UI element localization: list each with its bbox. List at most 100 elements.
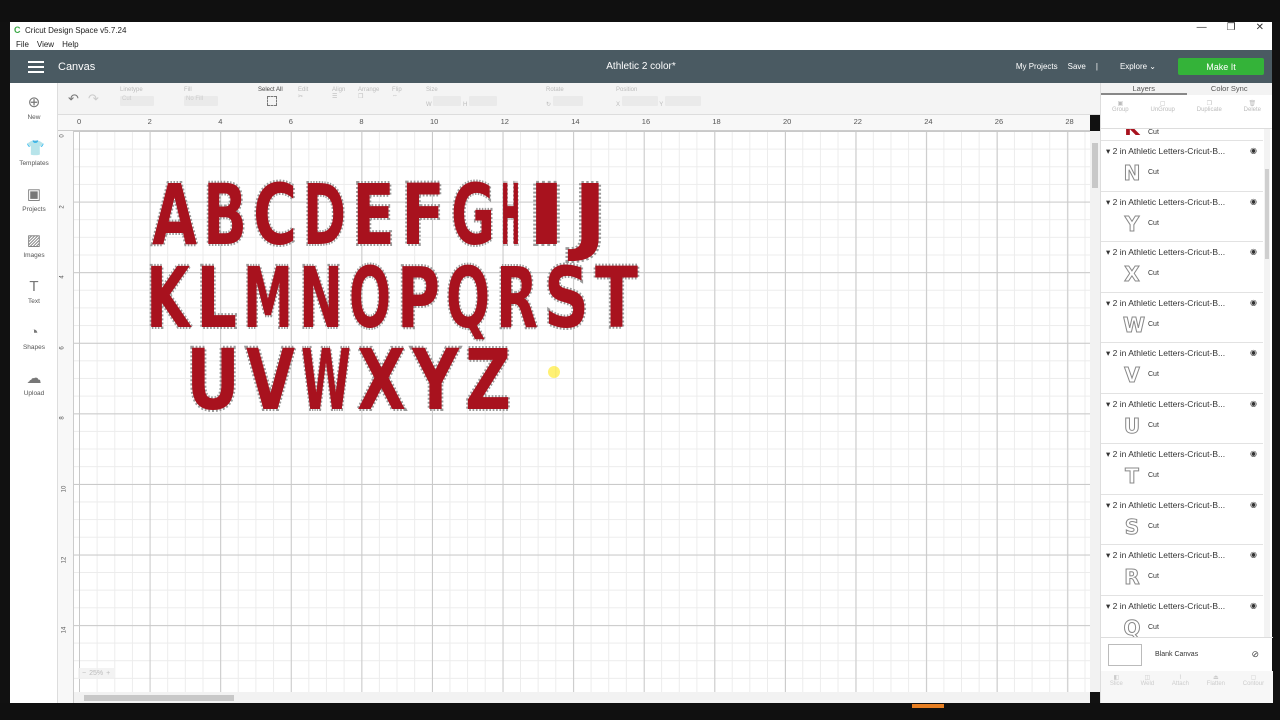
sidebar-item-upload[interactable]: ☁ Upload (10, 371, 58, 398)
redo-icon[interactable]: ↷ (88, 91, 99, 107)
tab-layers[interactable]: Layers (1101, 83, 1187, 95)
hamburger-menu-icon[interactable] (28, 60, 44, 73)
align-icon[interactable]: ☰ (332, 94, 337, 100)
eye-hidden-icon[interactable]: ⊘ (1251, 649, 1259, 660)
layers-list: K Cut ▾ 2 in Athletic Letters-Cricut-B..… (1101, 129, 1263, 637)
canvas-letter[interactable]: T (593, 247, 640, 349)
eye-icon[interactable]: ◉ (1250, 197, 1257, 206)
eye-icon[interactable]: ◉ (1250, 449, 1257, 458)
canvas-letter[interactable]: X (355, 329, 408, 431)
maximize-button[interactable]: ❐ (1227, 22, 1236, 33)
layer-item[interactable]: ▾ 2 in Athletic Letters-Cricut-B... ◉ Q Cut (1101, 596, 1263, 638)
eye-icon[interactable]: ◉ (1250, 550, 1257, 559)
layer-item[interactable]: ▾ 2 in Athletic Letters-Cricut-B... ◉ W Cut (1101, 293, 1263, 343)
layer-item[interactable]: ▾ 2 in Athletic Letters-Cricut-B... ◉ X Cut (1101, 242, 1263, 293)
expand-caret-icon[interactable]: ▾ (1106, 298, 1110, 308)
zoom-in-button[interactable]: + (106, 670, 110, 677)
eye-icon[interactable]: ◉ (1250, 298, 1257, 307)
sidebar-item-shapes[interactable]: ◔ Shapes (10, 325, 58, 352)
menu-view[interactable]: View (37, 40, 54, 49)
contour-button[interactable]: ▢ Contour (1243, 674, 1264, 703)
layers-scrollbar[interactable] (1264, 129, 1270, 637)
blank-canvas-swatch[interactable] (1108, 643, 1142, 666)
contour-label: Contour (1242, 681, 1265, 687)
design-canvas[interactable]: ABCDEFGHIJKLMNOPQRSTUVWXYZ (74, 131, 1090, 692)
explore-dropdown[interactable]: Explore ⌄ (1120, 62, 1156, 71)
layer-item[interactable]: ▾ 2 in Athletic Letters-Cricut-B... ◉ N Cut (1101, 141, 1263, 192)
scroll-thumb[interactable] (1092, 143, 1098, 188)
linetype-select[interactable]: Cut (120, 96, 154, 106)
save-button[interactable]: Save (1068, 62, 1086, 71)
expand-caret-icon[interactable]: ▾ (1106, 601, 1110, 611)
height-input[interactable] (469, 96, 498, 106)
my-projects-link[interactable]: My Projects (1016, 62, 1058, 71)
eye-icon[interactable]: ◉ (1250, 348, 1257, 357)
flip-icon[interactable]: ⇔ (392, 93, 398, 99)
eye-icon[interactable]: ◉ (1250, 247, 1257, 256)
layer-item[interactable]: ▾ 2 in Athletic Letters-Cricut-B... ◉ S Cut (1101, 495, 1263, 545)
canvas-letter[interactable]: W (299, 329, 353, 431)
expand-caret-icon[interactable]: ▾ (1106, 550, 1110, 560)
blank-canvas-row[interactable]: Blank Canvas ⊘ (1101, 637, 1273, 671)
scroll-thumb[interactable] (1265, 169, 1269, 259)
expand-caret-icon[interactable]: ▾ (1106, 500, 1110, 510)
duplicate-button[interactable]: ❐ Duplicate (1197, 100, 1222, 128)
eye-icon[interactable]: ◉ (1250, 146, 1257, 155)
canvas-letter[interactable]: U (184, 329, 242, 431)
undo-icon[interactable]: ↶ (68, 91, 79, 107)
sidebar-item-text[interactable]: T Text (10, 279, 58, 306)
delete-button[interactable]: 🗑 Delete (1244, 100, 1261, 128)
canvas-letter[interactable]: V (244, 329, 297, 431)
layer-item[interactable]: ▾ 2 in Athletic Letters-Cricut-B... ◉ T Cut (1101, 444, 1263, 495)
sidebar-item-new[interactable]: ⊕ New (10, 95, 58, 122)
expand-caret-icon[interactable]: ▾ (1106, 348, 1110, 358)
eye-icon[interactable]: ◉ (1250, 601, 1257, 610)
group-button[interactable]: ▣ Group (1112, 100, 1129, 128)
eye-icon[interactable]: ◉ (1250, 500, 1257, 509)
zoom-out-button[interactable]: − (82, 670, 86, 677)
menu-file[interactable]: File (16, 40, 29, 49)
close-button[interactable]: ✕ (1256, 22, 1264, 33)
canvas-letter[interactable]: K (144, 247, 194, 349)
fill-select[interactable]: No Fill (184, 96, 218, 106)
make-it-button[interactable]: Make It (1178, 58, 1264, 75)
expand-caret-icon[interactable]: ▾ (1106, 146, 1110, 156)
slice-button[interactable]: ◧ Slice (1110, 674, 1123, 703)
width-input[interactable] (433, 96, 462, 106)
expand-caret-icon[interactable]: ▾ (1106, 449, 1110, 459)
expand-caret-icon[interactable]: ▾ (1106, 247, 1110, 257)
select-all-group[interactable]: Select All (258, 87, 283, 106)
letters-artwork[interactable]: A B C D E F G H I JK L M N O P Q R S TU V W X Y Z (74, 131, 1090, 692)
arrange-icon[interactable]: ❐ (358, 94, 363, 100)
tab-color-sync[interactable]: Color Sync (1186, 83, 1272, 95)
scroll-thumb[interactable] (84, 695, 234, 701)
canvas-vertical-scrollbar[interactable] (1090, 131, 1100, 692)
layer-item[interactable]: ▾ 2 in Athletic Letters-Cricut-B... ◉ Y Cut (1101, 192, 1263, 242)
minimize-button[interactable]: — (1197, 22, 1207, 33)
flatten-button[interactable]: ⏏ Flatten (1207, 674, 1225, 703)
ruler-tick-label: 20 (783, 117, 792, 126)
eye-icon[interactable]: ◉ (1250, 399, 1257, 408)
canvas-letter[interactable]: Z (463, 329, 513, 431)
layer-item[interactable]: ▾ 2 in Athletic Letters-Cricut-B... ◉ R Cut (1101, 545, 1263, 596)
expand-caret-icon[interactable]: ▾ (1106, 197, 1110, 207)
rotate-input[interactable] (552, 96, 583, 106)
canvas-letter[interactable]: S (542, 247, 591, 349)
app-root: C Cricut Design Space v5.7.24 — ❐ ✕ File… (0, 0, 1280, 720)
attach-button[interactable]: ⌇ Attach (1172, 674, 1189, 703)
sidebar-item-templates[interactable]: 👕 Templates (10, 141, 58, 168)
x-input[interactable] (621, 96, 658, 106)
sidebar-item-projects[interactable]: ▣ Projects (10, 187, 58, 214)
layer-item[interactable]: ▾ 2 in Athletic Letters-Cricut-B... ◉ V Cut (1101, 343, 1263, 394)
canvas-letter[interactable]: Y (409, 329, 462, 431)
canvas-horizontal-scrollbar[interactable] (74, 692, 1090, 703)
weld-button[interactable]: ◫ Weld (1141, 674, 1155, 703)
layer-item[interactable]: ▾ 2 in Athletic Letters-Cricut-B... ◉ U Cut (1101, 394, 1263, 444)
layer-item-partial[interactable]: K Cut (1101, 129, 1263, 141)
ungroup-button[interactable]: ▢ UnGroup (1151, 100, 1175, 128)
y-input[interactable] (664, 96, 701, 106)
expand-caret-icon[interactable]: ▾ (1106, 399, 1110, 409)
scissors-icon[interactable]: ✂ (298, 94, 303, 100)
sidebar-item-images[interactable]: ▨ Images (10, 233, 58, 260)
menu-help[interactable]: Help (62, 40, 78, 49)
